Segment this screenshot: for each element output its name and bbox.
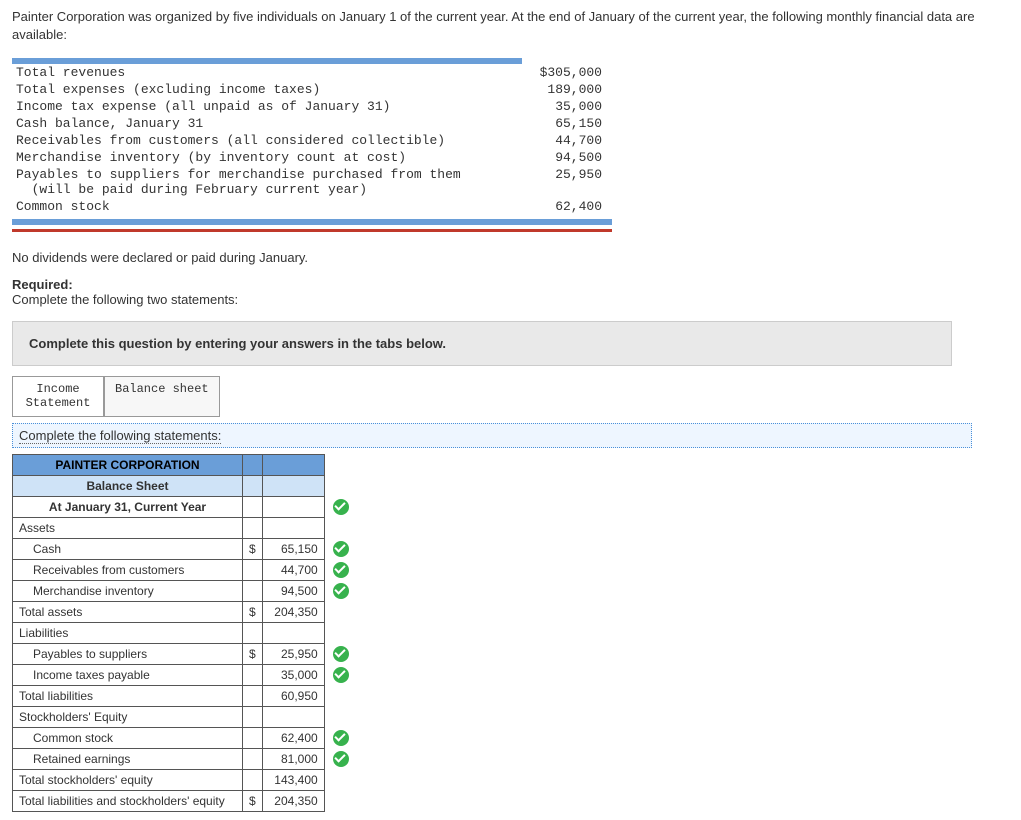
val-total-se: 143,400 xyxy=(262,769,324,790)
val-payables[interactable]: 25,950 xyxy=(262,643,324,664)
row-cash[interactable]: Cash xyxy=(13,538,243,559)
row-taxes-payable[interactable]: Income taxes payable xyxy=(13,664,243,685)
given-amount: 44,700 xyxy=(525,132,612,149)
row-total-se: Total stockholders' equity xyxy=(13,769,243,790)
check-icon xyxy=(333,583,349,599)
row-total-liab-se: Total liabilities and stockholders' equi… xyxy=(13,790,243,811)
check-icon xyxy=(333,541,349,557)
bs-title-statement: Balance Sheet xyxy=(13,475,243,496)
given-amount: 62,400 xyxy=(525,198,612,215)
row-se-header[interactable]: Stockholders' Equity xyxy=(13,706,243,727)
row-inventory[interactable]: Merchandise inventory xyxy=(13,580,243,601)
intro-text: Painter Corporation was organized by fiv… xyxy=(12,8,992,44)
val-total-liab-se: 204,350 xyxy=(262,790,324,811)
val-taxes-payable[interactable]: 35,000 xyxy=(262,664,324,685)
given-amount: 65,150 xyxy=(525,115,612,132)
required-block: Required: Complete the following two sta… xyxy=(12,277,1009,307)
check-icon xyxy=(333,646,349,662)
given-amount: $305,000 xyxy=(525,64,612,81)
val-cash[interactable]: 65,150 xyxy=(262,538,324,559)
row-total-assets: Total assets xyxy=(13,601,243,622)
bs-title-date: At January 31, Current Year xyxy=(13,496,243,517)
no-dividends-note: No dividends were declared or paid durin… xyxy=(12,250,1009,265)
given-data-block: Total revenues$305,000 Total expenses (e… xyxy=(12,58,1009,232)
given-amount: 35,000 xyxy=(525,98,612,115)
row-common-stock[interactable]: Common stock xyxy=(13,727,243,748)
row-total-liabilities: Total liabilities xyxy=(13,685,243,706)
sub-instruction: Complete the following statements: xyxy=(12,423,972,448)
given-label: Merchandise inventory (by inventory coun… xyxy=(12,149,525,166)
row-retained-earnings[interactable]: Retained earnings xyxy=(13,748,243,769)
bs-title-company: PAINTER CORPORATION xyxy=(13,454,243,475)
row-payables[interactable]: Payables to suppliers xyxy=(13,643,243,664)
val-retained-earnings[interactable]: 81,000 xyxy=(262,748,324,769)
bottom-accent-bar xyxy=(12,219,612,225)
given-amount: 25,950 xyxy=(525,166,612,198)
check-icon xyxy=(333,499,349,515)
check-icon xyxy=(333,667,349,683)
given-label: Cash balance, January 31 xyxy=(12,115,525,132)
val-total-liabilities: 60,950 xyxy=(262,685,324,706)
check-icon xyxy=(333,751,349,767)
statement-tabs: Income Statement Balance sheet xyxy=(12,376,1009,416)
given-data-table: Total revenues$305,000 Total expenses (e… xyxy=(12,64,612,215)
given-label: Income tax expense (all unpaid as of Jan… xyxy=(12,98,525,115)
tab-income-statement[interactable]: Income Statement xyxy=(12,376,104,416)
required-text: Complete the following two statements: xyxy=(12,292,238,307)
balance-sheet-table: PAINTER CORPORATION Balance Sheet At Jan… xyxy=(12,454,351,812)
check-icon xyxy=(333,730,349,746)
tab-balance-sheet[interactable]: Balance sheet xyxy=(104,376,220,416)
val-common-stock[interactable]: 62,400 xyxy=(262,727,324,748)
required-label: Required: xyxy=(12,277,73,292)
val-receivables[interactable]: 44,700 xyxy=(262,559,324,580)
row-liabilities-header[interactable]: Liabilities xyxy=(13,622,243,643)
given-label: Payables to suppliers for merchandise pu… xyxy=(12,166,525,198)
given-amount: 94,500 xyxy=(525,149,612,166)
given-label: Receivables from customers (all consider… xyxy=(12,132,525,149)
row-assets-header[interactable]: Assets xyxy=(13,517,243,538)
val-inventory[interactable]: 94,500 xyxy=(262,580,324,601)
row-receivables[interactable]: Receivables from customers xyxy=(13,559,243,580)
red-divider xyxy=(12,229,612,232)
given-label: Common stock xyxy=(12,198,525,215)
check-icon xyxy=(333,562,349,578)
given-label: Total revenues xyxy=(12,64,525,81)
val-total-assets: 204,350 xyxy=(262,601,324,622)
given-label: Total expenses (excluding income taxes) xyxy=(12,81,525,98)
given-amount: 189,000 xyxy=(525,81,612,98)
instruction-box: Complete this question by entering your … xyxy=(12,321,952,366)
